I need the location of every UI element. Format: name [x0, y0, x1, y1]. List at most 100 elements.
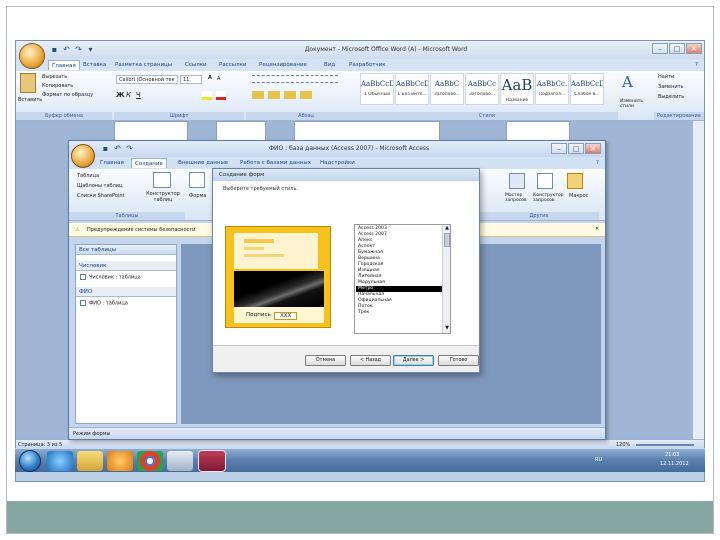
scroll-down-icon[interactable]: ▼: [444, 325, 450, 331]
tab-developer[interactable]: Разработчик: [346, 60, 389, 70]
format-painter-button[interactable]: Формат по образцу: [42, 92, 93, 98]
sharepoint-lists-button[interactable]: Списки SharePoint: [77, 193, 124, 199]
minimize-button[interactable]: –: [551, 143, 567, 154]
folder-icon[interactable]: [77, 451, 103, 471]
chrome-icon[interactable]: [137, 451, 163, 471]
help-icon[interactable]: ?: [593, 158, 602, 168]
style-heading-1[interactable]: AaBbC Заголово...: [430, 73, 464, 105]
bold-icon[interactable]: Ж: [116, 91, 125, 99]
clock-time[interactable]: 21:03: [665, 452, 679, 458]
tab-home[interactable]: Главная: [48, 60, 80, 70]
paste-button[interactable]: Вставить: [18, 97, 42, 103]
query-wizard-button[interactable]: Мастер запросов: [505, 193, 531, 203]
query-designer-button[interactable]: Конструктор запросов: [533, 193, 565, 203]
nav-table-item[interactable]: ФИО : таблица: [80, 300, 128, 307]
grow-font-icon[interactable]: A: [208, 75, 212, 81]
minimize-button[interactable]: –: [652, 43, 668, 54]
list-item[interactable]: Трек: [356, 310, 442, 316]
tab-page-layout[interactable]: Разметка страницы: [112, 60, 175, 70]
replace-button[interactable]: Заменить: [658, 84, 684, 90]
style-subtitle[interactable]: AaBbCc. Подзагол...: [535, 73, 569, 105]
tab-home[interactable]: Главная: [97, 158, 127, 168]
change-styles-icon[interactable]: A: [622, 73, 633, 91]
table-templates-button[interactable]: Шаблоны таблиц: [77, 183, 122, 189]
save-icon[interactable]: ▪: [101, 144, 110, 153]
access-office-button[interactable]: [71, 144, 95, 168]
close-warning-icon[interactable]: ✕: [595, 226, 599, 232]
notepad-icon[interactable]: [167, 451, 193, 471]
maximize-button[interactable]: □: [669, 43, 685, 54]
tab-view[interactable]: Вид: [321, 60, 338, 70]
cancel-button[interactable]: Отмена: [305, 355, 346, 366]
qat-dropdown-icon[interactable]: ▾: [86, 45, 95, 54]
finish-button[interactable]: Готово: [438, 355, 479, 366]
macro-button[interactable]: Макрос: [569, 193, 588, 199]
zoom-slider[interactable]: [636, 444, 694, 446]
word-vertical-scrollbar[interactable]: [692, 121, 704, 439]
list-scrollbar[interactable]: ▲ ▼: [442, 225, 450, 333]
back-button[interactable]: < Назад: [350, 355, 391, 366]
cut-button[interactable]: Вырезать: [42, 74, 67, 80]
clock-date[interactable]: 12.11.2012: [660, 461, 689, 467]
style-title[interactable]: AaB Название: [500, 73, 534, 105]
undo-icon[interactable]: ↶: [113, 144, 122, 153]
underline-icon[interactable]: Ч: [136, 91, 141, 99]
internet-explorer-icon[interactable]: [47, 451, 73, 471]
list-buttons[interactable]: [252, 75, 338, 83]
style-heading-2[interactable]: AaBbCc Заголово...: [465, 73, 499, 105]
tab-review[interactable]: Рецензирование: [256, 60, 310, 70]
undo-icon[interactable]: ↶: [62, 45, 71, 54]
style-subtle-emphasis[interactable]: AaBbCcDcСлабое в...: [570, 73, 604, 105]
style-listbox[interactable]: Access 2003 Access 2007 Апекс Аспект Бум…: [354, 224, 451, 334]
redo-icon[interactable]: ↷: [125, 144, 134, 153]
form-icon[interactable]: [189, 172, 205, 188]
query-designer-icon[interactable]: [537, 173, 553, 189]
table-designer-button[interactable]: Конструктор таблиц: [143, 191, 183, 203]
close-button[interactable]: ✕: [585, 143, 601, 154]
scroll-thumb[interactable]: [444, 233, 450, 247]
nav-table-item[interactable]: Числовик : таблица: [80, 274, 141, 281]
style-no-spacing[interactable]: AaBbCcDc1 Без инте...: [395, 73, 429, 105]
language-indicator[interactable]: RU: [595, 457, 602, 463]
select-button[interactable]: Выделить: [658, 94, 684, 100]
change-styles-button[interactable]: Изменить стили: [620, 99, 654, 109]
table-designer-icon[interactable]: [153, 172, 171, 188]
start-button[interactable]: [19, 450, 41, 472]
align-buttons[interactable]: [252, 91, 312, 99]
nav-group-header[interactable]: Числовик: [76, 261, 176, 271]
nav-group-header[interactable]: ФИО: [76, 287, 176, 297]
macro-icon[interactable]: [567, 173, 583, 189]
font-name-select[interactable]: Calibri (Основной тек: [116, 75, 178, 84]
font-size-select[interactable]: 11: [180, 75, 202, 84]
tab-create[interactable]: Создание: [131, 158, 167, 168]
help-icon[interactable]: ?: [692, 60, 701, 70]
font-color-icon[interactable]: [216, 91, 226, 100]
form-button[interactable]: Форма: [189, 193, 206, 199]
scroll-up-icon[interactable]: ▲: [444, 225, 450, 231]
copy-button[interactable]: Копировать: [42, 83, 73, 89]
word-office-button[interactable]: [19, 43, 45, 69]
find-button[interactable]: Найти: [658, 74, 674, 80]
tab-references[interactable]: Ссылки: [182, 60, 210, 70]
style-normal[interactable]: AaBbCcDc1 Обычный: [360, 73, 394, 105]
shrink-font-icon[interactable]: A: [217, 76, 220, 82]
close-button[interactable]: ✕: [686, 43, 702, 54]
maximize-button[interactable]: □: [568, 143, 584, 154]
media-player-icon[interactable]: [107, 451, 133, 471]
nav-pane-header[interactable]: Все таблицы: [76, 245, 176, 255]
access-icon[interactable]: [199, 451, 225, 471]
query-wizard-icon[interactable]: [509, 173, 525, 189]
tab-add-ins[interactable]: Надстройки: [317, 158, 358, 168]
tab-mailings[interactable]: Рассылки: [216, 60, 250, 70]
tab-insert[interactable]: Вставка: [80, 60, 109, 70]
next-button[interactable]: Далее >: [393, 355, 434, 366]
redo-icon[interactable]: ↷: [74, 45, 83, 54]
tab-external-data[interactable]: Внешние данные: [175, 158, 231, 168]
save-icon[interactable]: ▪: [50, 45, 59, 54]
tab-database-tools[interactable]: Работа с базами данных: [237, 158, 314, 168]
create-table-button[interactable]: Таблица: [77, 173, 99, 179]
highlight-icon[interactable]: [202, 91, 212, 100]
italic-icon[interactable]: К: [126, 91, 131, 99]
paste-icon[interactable]: [20, 73, 36, 93]
slide-footer-band: [7, 501, 713, 533]
